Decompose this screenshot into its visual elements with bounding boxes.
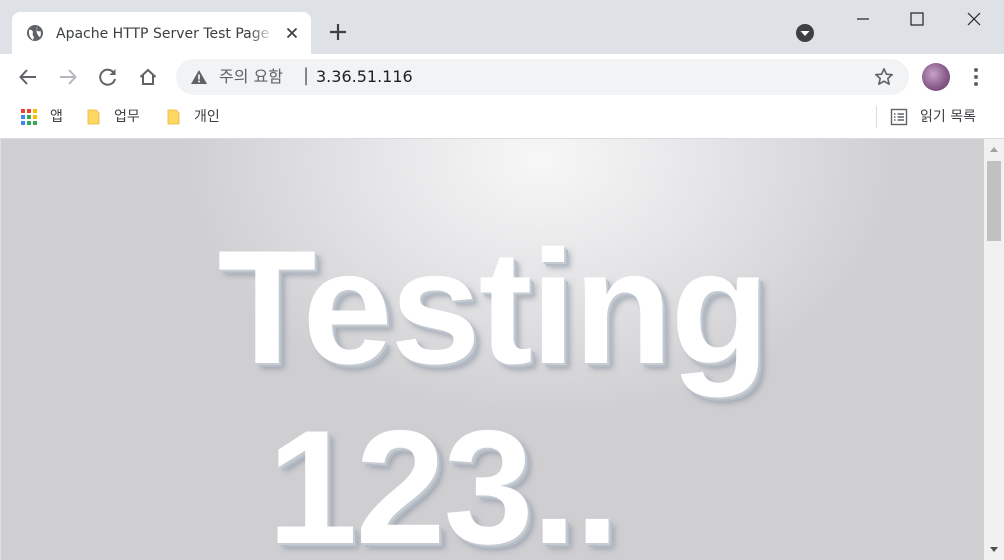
bookmark-folder-label: 업무 — [114, 109, 140, 125]
scroll-up-arrow-icon[interactable] — [989, 145, 999, 153]
bookmark-folder-label: 개인 — [194, 109, 220, 125]
browser-tab[interactable]: Apache HTTP Server Test Page powered by … — [12, 12, 311, 54]
reading-list-label: 읽기 목록 — [920, 109, 976, 125]
vertical-scrollbar[interactable] — [984, 139, 1004, 560]
reading-list-button[interactable]: 읽기 목록 — [890, 106, 990, 128]
tab-close-icon[interactable] — [283, 24, 301, 42]
bookmark-star-icon[interactable] — [874, 67, 894, 87]
maximize-icon[interactable] — [906, 8, 928, 30]
warning-triangle-icon[interactable] — [190, 68, 208, 86]
bookmarks-bar: 앱 업무 개인 읽기 목록 — [0, 100, 1004, 139]
tab-strip: Apache HTTP Server Test Page powered by … — [0, 0, 1004, 54]
apps-grid-icon — [21, 109, 37, 125]
navigation-toolbar: 주의 요함 | 3.36.51.116 — [0, 54, 1004, 100]
security-status-label[interactable]: 주의 요함 — [219, 67, 283, 87]
reload-icon[interactable] — [97, 66, 119, 88]
forward-arrow-icon[interactable] — [57, 66, 79, 88]
folder-icon — [167, 109, 180, 125]
tab-search-icon[interactable] — [794, 22, 816, 44]
folder-icon — [87, 109, 100, 125]
back-arrow-icon[interactable] — [17, 66, 39, 88]
omnibox-separator: | — [303, 65, 310, 86]
minimize-icon[interactable] — [852, 8, 874, 30]
tab-title: Apache HTTP Server Test Page powered by … — [56, 24, 274, 44]
bookmarks-divider — [876, 106, 877, 128]
new-tab-plus-icon[interactable] — [328, 22, 348, 42]
home-icon[interactable] — [137, 66, 159, 88]
bookmark-apps-label: 앱 — [50, 109, 63, 125]
url-text[interactable]: 3.36.51.116 — [316, 67, 413, 87]
page-viewport: Testing 123.. — [1, 139, 984, 560]
bookmark-apps[interactable]: 앱 — [20, 106, 70, 128]
profile-avatar[interactable] — [922, 63, 950, 91]
bookmark-folder-work[interactable]: 업무 — [86, 106, 148, 128]
reading-list-icon — [890, 108, 908, 126]
more-menu-icon[interactable] — [966, 66, 986, 88]
scrollbar-thumb[interactable] — [987, 161, 1001, 241]
scroll-down-arrow-icon[interactable] — [989, 546, 999, 554]
headline-123: 123.. — [267, 397, 619, 560]
window-close-icon[interactable] — [963, 8, 985, 30]
address-bar[interactable]: 주의 요함 | 3.36.51.116 — [176, 59, 909, 95]
bookmark-folder-personal[interactable]: 개인 — [166, 106, 228, 128]
headline-testing: Testing — [217, 217, 770, 398]
globe-icon — [27, 25, 43, 41]
